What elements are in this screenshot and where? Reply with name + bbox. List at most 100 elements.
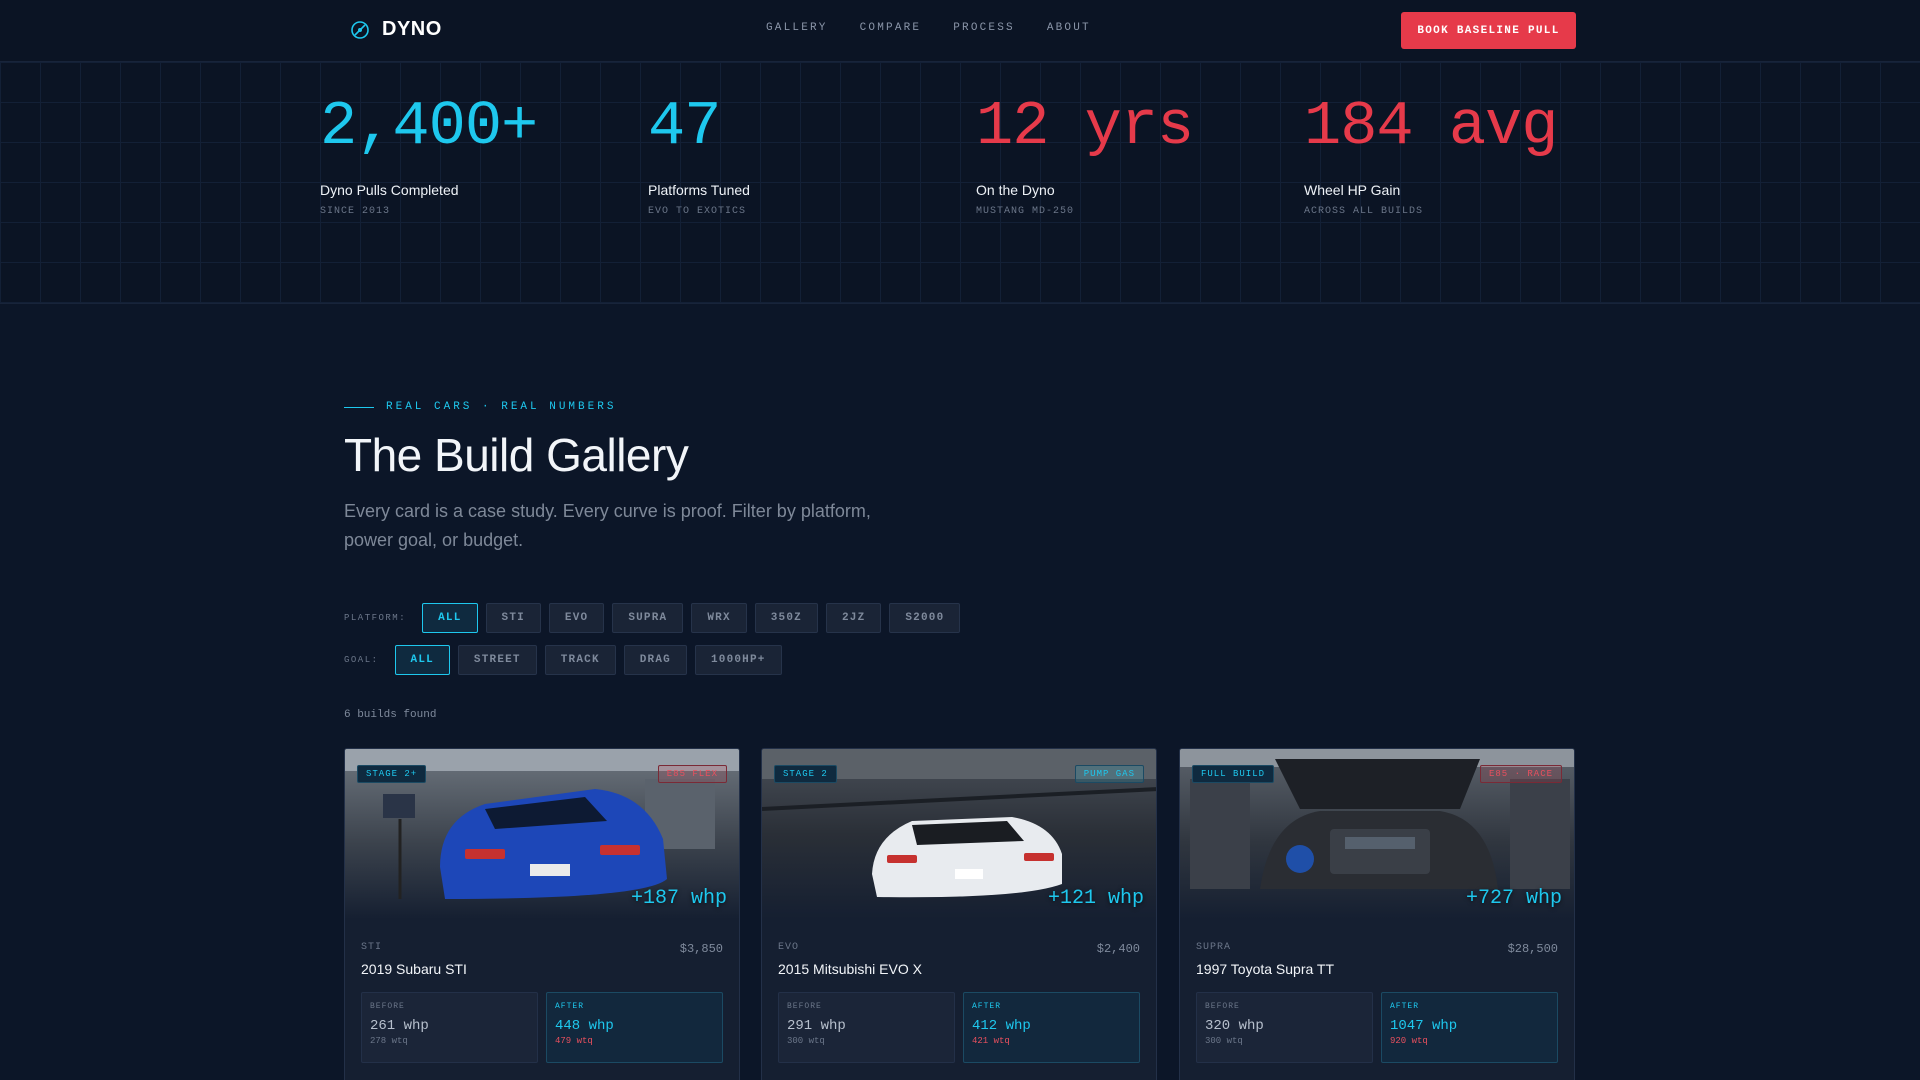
before-after: BEFORE 261 whp 278 wtq AFTER 448 whp 479…	[361, 992, 723, 1063]
after-wtq: 479 wtq	[555, 1036, 593, 1046]
nav-link-gallery[interactable]: GALLERY	[766, 22, 828, 34]
platform-chip-s2000[interactable]: S2000	[889, 603, 961, 633]
section-eyebrow: REAL CARS · REAL NUMBERS	[344, 401, 616, 413]
top-nav: DYNO GALLERY COMPARE PROCESS ABOUT BOOK …	[0, 0, 1920, 62]
card-platform: SUPRA	[1196, 942, 1232, 953]
build-card[interactable]: STAGE 2+ E85 FLEX +187 whp STI $3,850 20…	[344, 748, 740, 1080]
platform-chip-all[interactable]: ALL	[422, 603, 478, 633]
goal-chip-track[interactable]: TRACK	[544, 645, 616, 675]
after-whp: 448 whp	[555, 1018, 614, 1034]
card-title: 2015 Mitsubishi EVO X	[778, 961, 922, 977]
hp-gain: +187 whp	[630, 887, 727, 910]
stat-value: 2,400+	[320, 91, 538, 162]
stage-badge: FULL BUILD	[1192, 765, 1275, 783]
nav-links: GALLERY COMPARE PROCESS ABOUT	[766, 22, 1091, 34]
before-whp: 291 whp	[787, 1018, 846, 1034]
stat-sub: MUSTANG MD-250	[976, 206, 1075, 217]
stat-label: On the Dyno	[976, 182, 1055, 198]
stat-dyno-pulls: 2,400+ Dyno Pulls Completed SINCE 2013	[320, 90, 538, 217]
stats-band: 2,400+ Dyno Pulls Completed SINCE 2013 4…	[0, 62, 1920, 304]
stat-sub: SINCE 2013	[320, 206, 391, 217]
card-price: $3,850	[679, 942, 723, 956]
stat-years: 12 yrs On the Dyno MUSTANG MD-250	[976, 90, 1194, 217]
before-wtq: 300 wtq	[1205, 1036, 1243, 1046]
before-label: BEFORE	[370, 1002, 405, 1011]
build-card[interactable]: STAGE 2 PUMP GAS +121 whp EVO $2,400 201…	[761, 748, 1157, 1080]
before-label: BEFORE	[787, 1002, 822, 1011]
platform-filter-label: PLATFORM:	[344, 613, 407, 623]
after-wtq: 421 wtq	[972, 1036, 1010, 1046]
eyebrow-text: REAL CARS · REAL NUMBERS	[386, 401, 617, 413]
stat-label: Dyno Pulls Completed	[320, 182, 459, 198]
stat-label: Wheel HP Gain	[1304, 182, 1401, 198]
after-box: AFTER 448 whp 479 wtq	[546, 992, 723, 1063]
stage-badge: STAGE 2	[774, 765, 837, 783]
platform-chip-evo[interactable]: EVO	[548, 603, 605, 633]
card-platform: EVO	[778, 942, 800, 953]
goal-filter-label: GOAL:	[344, 655, 379, 665]
fuel-badge: PUMP GAS	[1074, 765, 1144, 783]
card-title: 2019 Subaru STI	[361, 961, 467, 977]
platform-chip-supra[interactable]: SUPRA	[612, 603, 684, 633]
card-platform: STI	[361, 942, 383, 953]
stat-label: Platforms Tuned	[648, 182, 750, 198]
hp-gain: +727 whp	[1465, 887, 1562, 910]
stat-sub: ACROSS ALL BUILDS	[1304, 206, 1424, 217]
after-whp: 1047 whp	[1390, 1018, 1458, 1034]
after-box: AFTER 1047 whp 920 wtq	[1381, 992, 1558, 1063]
platform-chip-sti[interactable]: STI	[485, 603, 541, 633]
eyebrow-rule	[344, 406, 374, 408]
platform-filter-row: PLATFORM: ALL STI EVO SUPRA WRX 350Z 2JZ…	[344, 603, 961, 633]
brand-name: DYNO	[382, 18, 442, 40]
card-meta: SUPRA $28,500	[1196, 942, 1558, 956]
goal-chip-drag[interactable]: DRAG	[623, 645, 687, 675]
stat-value: 47	[648, 91, 721, 162]
before-after: BEFORE 291 whp 300 wtq AFTER 412 whp 421…	[778, 992, 1140, 1063]
build-card[interactable]: FULL BUILD E85 · RACE +727 whp SUPRA $28…	[1179, 748, 1575, 1080]
brand-logo[interactable]: DYNO	[350, 18, 442, 41]
goal-chip-all[interactable]: ALL	[394, 645, 450, 675]
after-whp: 412 whp	[972, 1018, 1031, 1034]
after-label: AFTER	[555, 1002, 585, 1011]
nav-link-process[interactable]: PROCESS	[953, 22, 1015, 34]
goal-filter-row: GOAL: ALL STREET TRACK DRAG 1000HP+	[344, 645, 782, 675]
stat-value: 184 avg	[1304, 91, 1558, 162]
fuel-badge: E85 · RACE	[1479, 765, 1562, 783]
card-meta: EVO $2,400	[778, 942, 1140, 956]
after-wtq: 920 wtq	[1390, 1036, 1428, 1046]
results-count: 6 builds found	[344, 709, 437, 721]
hp-gain: +121 whp	[1047, 887, 1144, 910]
fuel-badge: E85 FLEX	[657, 765, 727, 783]
before-box: BEFORE 291 whp 300 wtq	[778, 992, 955, 1063]
card-meta: STI $3,850	[361, 942, 723, 956]
stat-hp-gain: 184 avg Wheel HP Gain ACROSS ALL BUILDS	[1304, 90, 1558, 217]
before-box: BEFORE 320 whp 300 wtq	[1196, 992, 1373, 1063]
nav-link-compare[interactable]: COMPARE	[860, 22, 922, 34]
platform-chip-2jz[interactable]: 2JZ	[825, 603, 882, 633]
before-after: BEFORE 320 whp 300 wtq AFTER 1047 whp 92…	[1196, 992, 1558, 1063]
nav-link-about[interactable]: ABOUT	[1047, 22, 1091, 34]
gallery-description: Every card is a case study. Every curve …	[344, 501, 871, 550]
after-box: AFTER 412 whp 421 wtq	[963, 992, 1140, 1063]
page-title: The Build Gallery	[344, 429, 689, 481]
card-price: $28,500	[1507, 942, 1558, 956]
before-box: BEFORE 261 whp 278 wtq	[361, 992, 538, 1063]
goal-chip-street[interactable]: STREET	[457, 645, 537, 675]
before-wtq: 278 wtq	[370, 1036, 408, 1046]
after-label: AFTER	[972, 1002, 1002, 1011]
stage-badge: STAGE 2+	[357, 765, 427, 783]
stat-sub: EVO TO EXOTICS	[648, 206, 747, 217]
platform-chip-wrx[interactable]: WRX	[691, 603, 747, 633]
before-label: BEFORE	[1205, 1002, 1240, 1011]
stat-platforms: 47 Platforms Tuned EVO TO EXOTICS	[648, 90, 750, 217]
after-label: AFTER	[1390, 1002, 1420, 1011]
gauge-icon	[351, 20, 369, 39]
card-price: $2,400	[1096, 942, 1140, 956]
before-wtq: 300 wtq	[787, 1036, 825, 1046]
book-baseline-pull-button[interactable]: BOOK BASELINE PULL	[1401, 12, 1576, 49]
platform-chip-350z[interactable]: 350Z	[754, 603, 818, 633]
card-title: 1997 Toyota Supra TT	[1196, 961, 1335, 977]
goal-chip-1000hp[interactable]: 1000HP+	[694, 645, 782, 675]
before-whp: 320 whp	[1205, 1018, 1264, 1034]
stat-value: 12 yrs	[976, 91, 1194, 162]
